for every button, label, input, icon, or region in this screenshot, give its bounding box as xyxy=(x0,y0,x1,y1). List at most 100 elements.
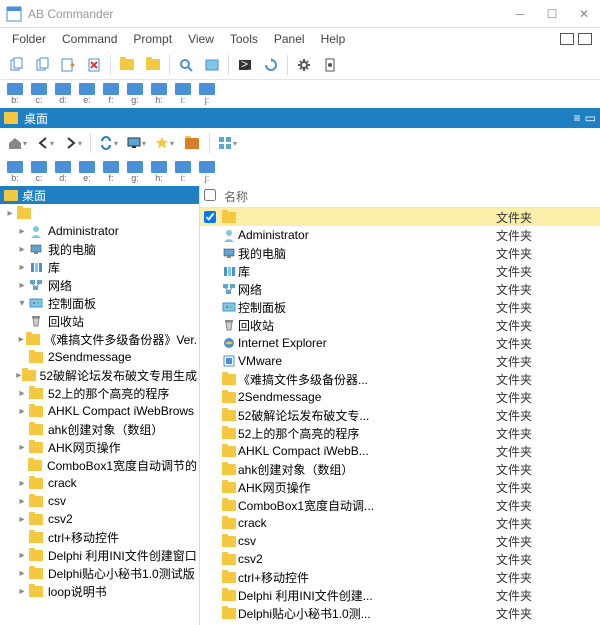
drive-g[interactable]: g: xyxy=(124,161,146,183)
drive-e[interactable]: e: xyxy=(76,161,98,183)
minimize-button[interactable]: ─ xyxy=(510,4,530,24)
list-row[interactable]: ComboBox1宽度自动调...文件夹 xyxy=(200,496,600,514)
expand-icon[interactable]: ▸ xyxy=(16,442,28,453)
drive-d[interactable]: d: xyxy=(52,161,74,183)
expand-icon[interactable]: ▸ xyxy=(16,388,28,399)
tree-row[interactable]: ▸crack xyxy=(0,474,199,492)
tree-hscroll[interactable] xyxy=(0,600,199,616)
tree-row[interactable]: ▸我的电脑 xyxy=(0,240,199,258)
menu-prompt[interactable]: Prompt xyxy=(125,30,180,48)
refresh-button[interactable] xyxy=(259,53,283,77)
list-header[interactable]: 名称 xyxy=(200,186,600,208)
layout-button-1[interactable] xyxy=(560,33,574,45)
menu-command[interactable]: Command xyxy=(54,30,125,48)
tree-row[interactable]: ahk创建对象（数组） xyxy=(0,420,199,438)
list-row[interactable]: csv文件夹 xyxy=(200,532,600,550)
drive-h[interactable]: h: xyxy=(148,83,170,105)
tree-row[interactable]: ▸AHKL Compact iWebBrows xyxy=(0,402,199,420)
expand-icon[interactable]: ▸ xyxy=(16,334,26,345)
list-row[interactable]: AHKL Compact iWebB...文件夹 xyxy=(200,442,600,460)
list-mode-icon[interactable]: ≡ xyxy=(574,111,581,125)
tree-panel[interactable]: 桌面 ▸ ▸Administrator▸我的电脑▸库▸网络▾控制面板回收站▸《难… xyxy=(0,186,200,625)
tree-row[interactable]: ▸csv xyxy=(0,492,199,510)
layout-button-2[interactable] xyxy=(578,33,592,45)
tree-row[interactable]: ▸loop说明书 xyxy=(0,582,199,600)
expand-icon[interactable]: ▸ xyxy=(16,568,28,579)
monitor-button[interactable]: ▾ xyxy=(123,131,149,155)
list-row[interactable]: AHK网页操作文件夹 xyxy=(200,478,600,496)
list-row[interactable]: ahk创建对象（数组）文件夹 xyxy=(200,460,600,478)
expand-icon[interactable]: ▸ xyxy=(16,514,28,525)
tree-row[interactable]: 2Sendmessage xyxy=(0,348,199,366)
list-row[interactable]: VMware文件夹 xyxy=(200,352,600,370)
new-folder2-button[interactable] xyxy=(141,53,165,77)
list-row[interactable]: csv2文件夹 xyxy=(200,550,600,568)
new-folder-button[interactable] xyxy=(115,53,139,77)
menu-tools[interactable]: Tools xyxy=(222,30,266,48)
expand-icon[interactable]: ▸ xyxy=(16,478,28,489)
delete-button[interactable] xyxy=(82,53,106,77)
expand-icon[interactable]: ▸ xyxy=(16,226,28,237)
list-row[interactable]: 52破解论坛发布破文专...文件夹 xyxy=(200,406,600,424)
drive-b[interactable]: b: xyxy=(4,161,26,183)
list-row[interactable]: 52上的那个高亮的程序文件夹 xyxy=(200,424,600,442)
list-row[interactable]: Delphi贴心小秘书1.0测...文件夹 xyxy=(200,604,600,622)
image-button[interactable] xyxy=(200,53,224,77)
drive-b[interactable]: b: xyxy=(4,83,26,105)
view-grid-button[interactable]: ▾ xyxy=(214,131,240,155)
list-row[interactable]: 控制面板文件夹 xyxy=(200,298,600,316)
list-row[interactable]: 《难搞文件多级备份器...文件夹 xyxy=(200,370,600,388)
cmd-button[interactable]: >_ xyxy=(233,53,257,77)
maximize-button[interactable]: ☐ xyxy=(542,4,562,24)
list-row[interactable]: Delphi 利用INI文件创建...文件夹 xyxy=(200,586,600,604)
menu-view[interactable]: View xyxy=(180,30,222,48)
move-button[interactable] xyxy=(56,53,80,77)
tree-row[interactable]: ▸AHK网页操作 xyxy=(0,438,199,456)
tree-row[interactable]: ▸库 xyxy=(0,258,199,276)
drive-c[interactable]: c: xyxy=(28,83,50,105)
settings-button[interactable] xyxy=(292,53,316,77)
list-row[interactable]: ctrl+移动控件文件夹 xyxy=(200,568,600,586)
tree-row[interactable]: ▾控制面板 xyxy=(0,294,199,312)
drive-j[interactable]: j: xyxy=(196,161,218,183)
list-row[interactable]: 库文件夹 xyxy=(200,262,600,280)
drive-e[interactable]: e: xyxy=(76,83,98,105)
back-button[interactable]: ▾ xyxy=(32,131,58,155)
tree-row[interactable]: ▸52破解论坛发布破文专用生成 xyxy=(0,366,199,384)
copy-button[interactable] xyxy=(4,53,28,77)
list-row[interactable]: 回收站文件夹 xyxy=(200,316,600,334)
path-bar[interactable]: 桌面 ≡ ▭ xyxy=(0,108,600,128)
list-panel[interactable]: 名称 文件夹Administrator文件夹我的电脑文件夹库文件夹网络文件夹控制… xyxy=(200,186,600,625)
list-row[interactable]: 网络文件夹 xyxy=(200,280,600,298)
drive-g[interactable]: g: xyxy=(124,83,146,105)
expand-icon[interactable]: ▸ xyxy=(16,496,28,507)
tree-row[interactable]: ▸Delphi 利用INI文件创建窗口 xyxy=(0,546,199,564)
select-all-checkbox[interactable] xyxy=(204,189,216,201)
drive-i[interactable]: i: xyxy=(172,83,194,105)
expand-icon[interactable]: ▾ xyxy=(16,298,28,309)
favorites-button[interactable]: ▾ xyxy=(151,131,177,155)
list-row[interactable]: 我的电脑文件夹 xyxy=(200,244,600,262)
tree-row[interactable]: ▸ xyxy=(0,204,199,222)
expand-icon[interactable]: ▸ xyxy=(16,280,28,291)
tree-row[interactable]: ctrl+移动控件 xyxy=(0,528,199,546)
row-checkbox[interactable] xyxy=(204,211,216,223)
home-button[interactable]: ▾ xyxy=(4,131,30,155)
tree-row[interactable]: ▸Administrator xyxy=(0,222,199,240)
folder-nav-button[interactable] xyxy=(179,131,205,155)
tree-row[interactable]: ▸《难搞文件多级备份器》Ver. xyxy=(0,330,199,348)
list-row[interactable]: crack文件夹 xyxy=(200,514,600,532)
expand-icon[interactable]: ▸ xyxy=(4,208,16,219)
tree-row[interactable]: ▸csv2 xyxy=(0,510,199,528)
menu-help[interactable]: Help xyxy=(313,30,354,48)
tree-row[interactable]: ▸网络 xyxy=(0,276,199,294)
list-row[interactable]: Administrator文件夹 xyxy=(200,226,600,244)
panel-mode-icon[interactable]: ▭ xyxy=(585,111,596,125)
drive-f[interactable]: f: xyxy=(100,83,122,105)
menu-panel[interactable]: Panel xyxy=(266,30,313,48)
copy2-button[interactable] xyxy=(30,53,54,77)
drive-d[interactable]: d: xyxy=(52,83,74,105)
expand-icon[interactable]: ▸ xyxy=(16,550,28,561)
drive-h[interactable]: h: xyxy=(148,161,170,183)
drive-i[interactable]: i: xyxy=(172,161,194,183)
